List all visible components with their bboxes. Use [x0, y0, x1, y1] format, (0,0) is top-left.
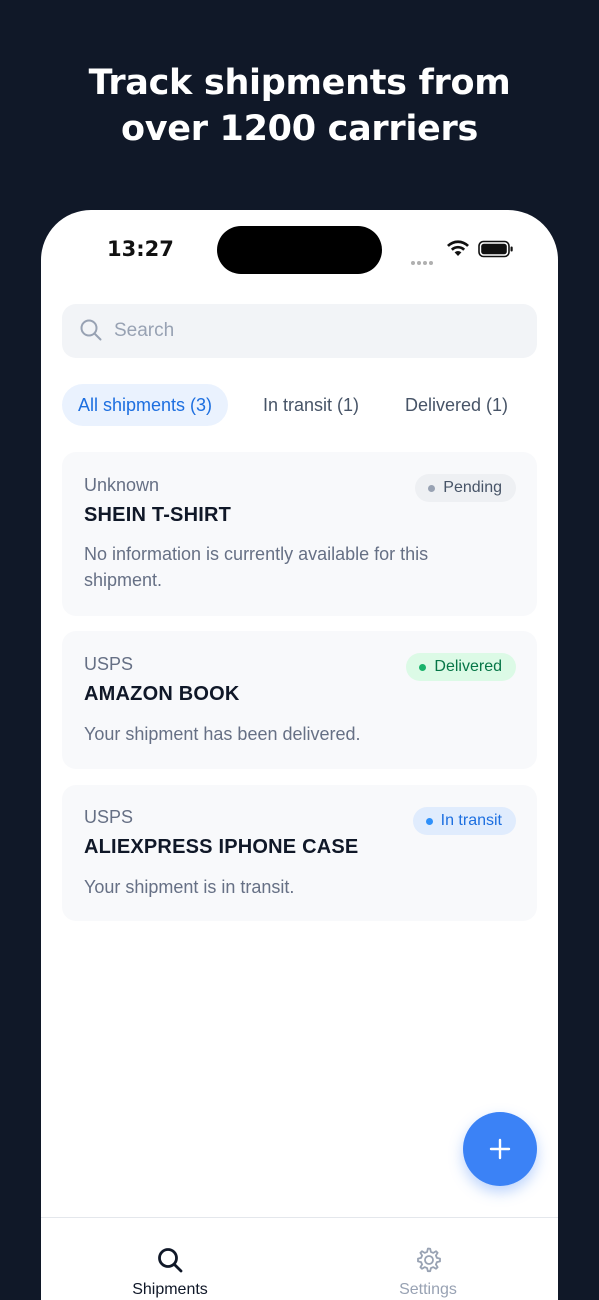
- add-shipment-button[interactable]: [463, 1112, 537, 1186]
- status-label: Delivered: [434, 658, 502, 675]
- wifi-icon: [447, 240, 469, 256]
- status-label: In transit: [440, 812, 502, 829]
- carrier-name: Unknown: [84, 475, 160, 495]
- dynamic-island: [217, 226, 382, 274]
- shipment-description: Your shipment has been delivered.: [84, 724, 361, 744]
- filter-tabs: All shipments (3) In transit (1) Deliver…: [62, 384, 542, 426]
- tab-bar-label: Shipments: [132, 1281, 208, 1298]
- shipment-card[interactable]: USPS Delivered AMAZON BOOK Your shipment…: [62, 631, 537, 769]
- cellular-signal-icon: [411, 252, 435, 270]
- shipment-title: ALIEXPRESS IPHONE CASE: [84, 836, 359, 858]
- tab-delivered[interactable]: Delivered (1): [405, 384, 508, 426]
- tab-bar-label: Settings: [399, 1281, 457, 1298]
- marketing-headline: Track shipments from over 1200 carriers: [0, 60, 599, 152]
- shipment-title: SHEIN T-SHIRT: [84, 504, 232, 526]
- status-badge: Pending: [415, 474, 516, 502]
- phone-screen: 13:27 All shipments (3) In transit (1) D…: [41, 210, 558, 1300]
- tab-all-shipments[interactable]: All shipments (3): [62, 384, 229, 426]
- status-dot: [419, 664, 427, 671]
- tab-bar-shipments[interactable]: Shipments: [70, 1218, 270, 1300]
- status-badge: In transit: [412, 807, 516, 835]
- shipment-card[interactable]: Unknown Pending SHEIN T-SHIRT No informa…: [62, 452, 537, 616]
- headline-line-2: over 1200 carriers: [121, 109, 478, 149]
- shipment-card[interactable]: USPS In transit ALIEXPRESS IPHONE CASE Y…: [62, 785, 537, 921]
- plus-icon: [489, 1138, 511, 1160]
- bottom-tab-bar: Shipments Settings: [41, 1217, 558, 1300]
- shipment-description: No information is currently available fo…: [84, 544, 429, 590]
- search-bar[interactable]: [62, 304, 537, 358]
- shipment-description: Your shipment is in transit.: [84, 877, 295, 897]
- tab-bar-settings[interactable]: Settings: [328, 1218, 528, 1300]
- status-dot: [428, 485, 436, 492]
- status-label: Pending: [443, 479, 502, 496]
- headline-line-1: Track shipments from: [88, 63, 511, 103]
- status-badge: Delivered: [406, 653, 516, 681]
- carrier-name: USPS: [84, 807, 134, 827]
- status-dot: [425, 818, 433, 825]
- search-icon: [80, 319, 102, 341]
- status-time: 13:27: [107, 237, 174, 261]
- battery-icon: [478, 240, 513, 258]
- shipment-title: AMAZON BOOK: [84, 683, 240, 705]
- search-input[interactable]: [114, 304, 514, 358]
- search-icon: [158, 1248, 183, 1273]
- gear-icon: [417, 1247, 441, 1273]
- carrier-name: USPS: [84, 654, 134, 674]
- tab-in-transit[interactable]: In transit (1): [263, 384, 359, 426]
- status-bar: 13:27: [41, 210, 558, 290]
